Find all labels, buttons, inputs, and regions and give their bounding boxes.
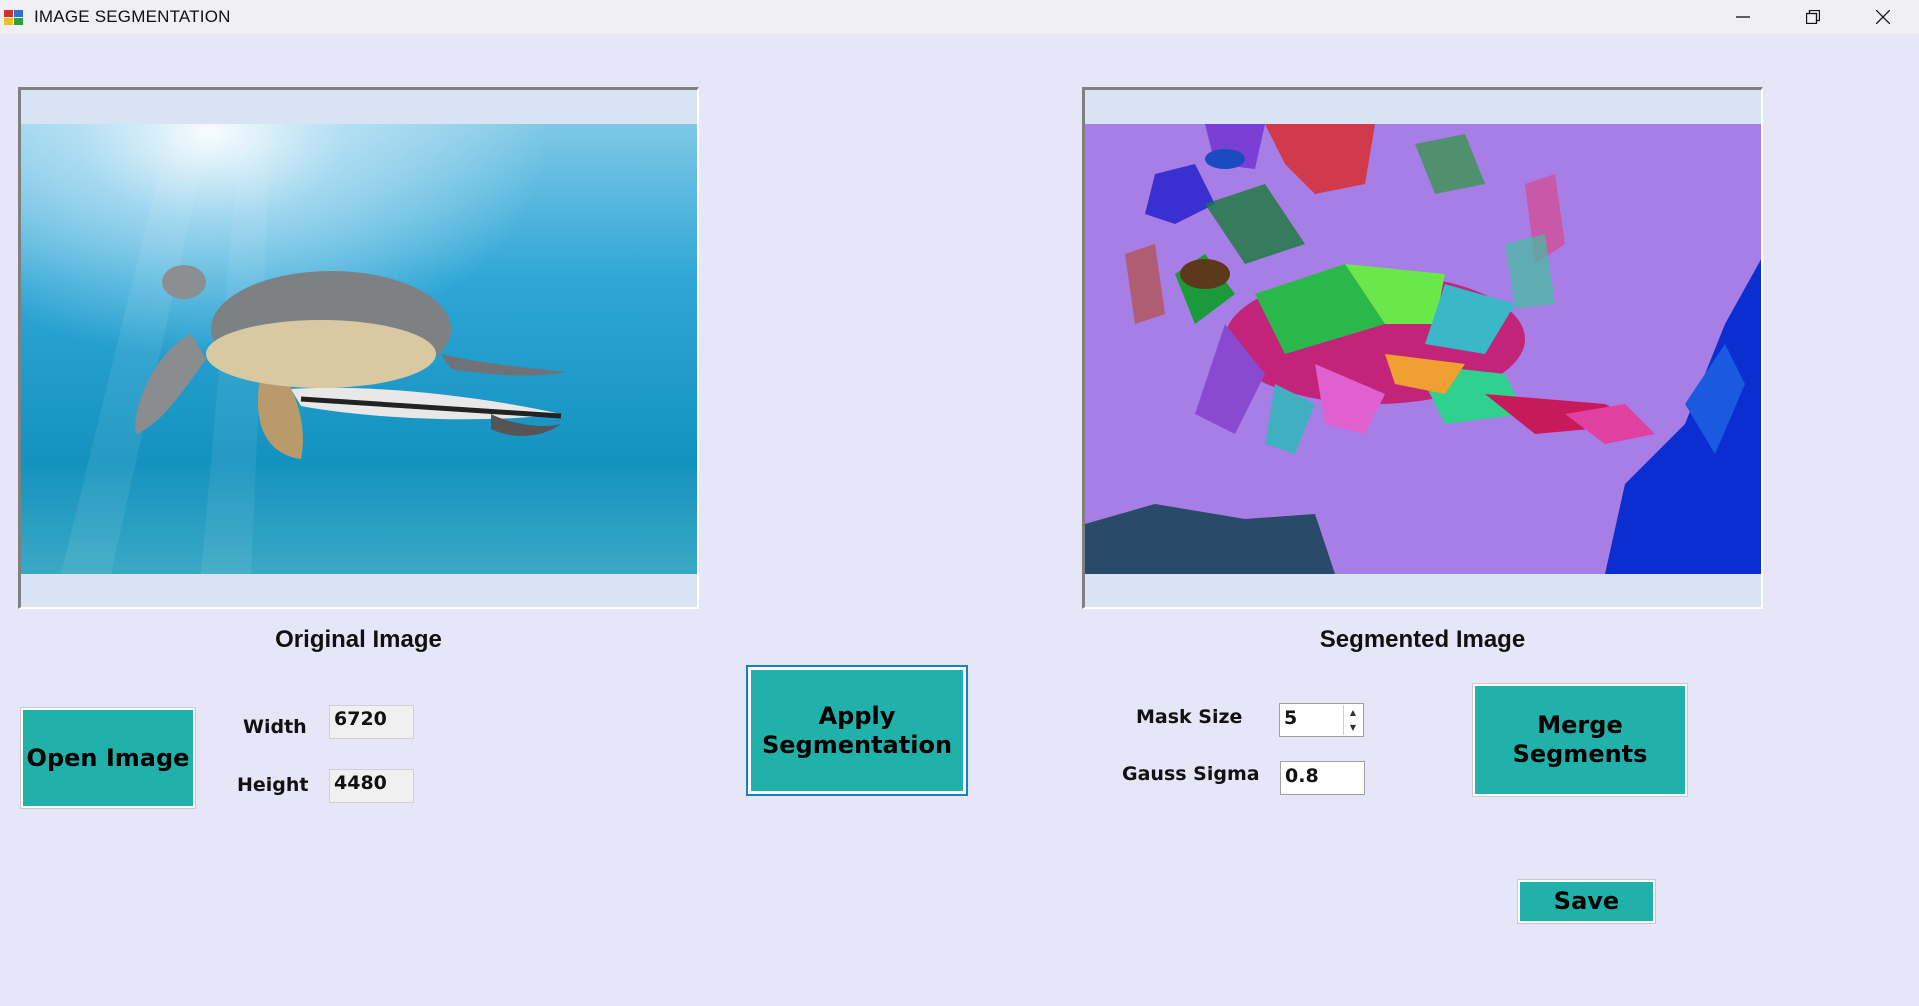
restore-icon xyxy=(1806,10,1820,24)
height-field: 4480 xyxy=(329,769,414,803)
mask-size-value: 5 xyxy=(1284,707,1298,729)
save-button[interactable]: Save xyxy=(1517,879,1656,924)
mask-size-stepper[interactable]: 5 ▲ ▼ xyxy=(1279,703,1364,737)
restore-button[interactable] xyxy=(1780,0,1846,34)
width-field: 6720 xyxy=(329,705,414,739)
original-image-caption: Original Image xyxy=(275,626,442,653)
segmented-image-box xyxy=(1082,87,1763,609)
window-title: IMAGE SEGMENTATION xyxy=(34,7,231,26)
original-image-box xyxy=(18,87,699,609)
stepper-down-icon[interactable]: ▼ xyxy=(1344,720,1362,735)
merge-segments-button[interactable]: Merge Segments xyxy=(1472,683,1688,797)
gauss-sigma-label: Gauss Sigma xyxy=(1122,763,1260,785)
width-label: Width xyxy=(243,716,307,738)
original-image xyxy=(21,124,697,574)
gauss-sigma-input[interactable]: 0.8 xyxy=(1280,761,1365,795)
close-button[interactable] xyxy=(1850,0,1916,34)
open-image-button[interactable]: Open Image xyxy=(20,707,196,809)
segmented-image-caption: Segmented Image xyxy=(1319,626,1526,653)
title-bar: IMAGE SEGMENTATION xyxy=(0,0,1919,34)
minimize-icon xyxy=(1736,16,1750,18)
stepper-arrows[interactable]: ▲ ▼ xyxy=(1343,705,1362,735)
mask-size-label: Mask Size xyxy=(1136,706,1243,728)
close-icon xyxy=(1876,10,1890,24)
height-label: Height xyxy=(237,774,309,796)
stepper-up-icon[interactable]: ▲ xyxy=(1344,705,1362,720)
app-icon xyxy=(4,10,23,25)
minimize-button[interactable] xyxy=(1710,0,1776,34)
apply-segmentation-button[interactable]: Apply Segmentation xyxy=(746,665,968,796)
segmented-image xyxy=(1085,124,1761,574)
